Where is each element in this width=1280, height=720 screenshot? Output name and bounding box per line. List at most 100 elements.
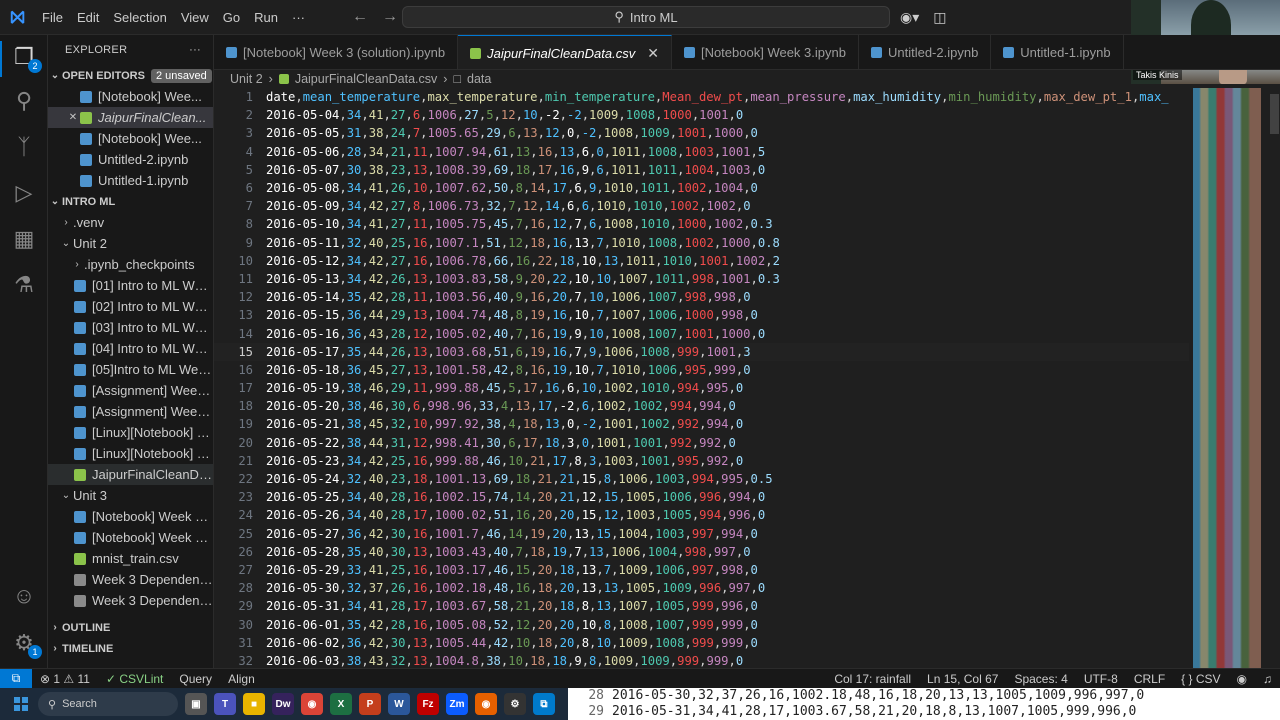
menu-go[interactable]: Go	[216, 0, 247, 35]
align-status[interactable]: Align	[220, 672, 263, 686]
code-line[interactable]: 21 2016-05-23,34,42,25,16,999.88,46,10,21…	[214, 452, 1189, 470]
tree-folder[interactable]: › .ipynb_checkpoints	[48, 254, 213, 275]
teams-icon[interactable]: T	[214, 693, 236, 715]
code-line[interactable]: 13 2016-05-15,36,44,29,13,1004.74,48,8,19…	[214, 306, 1189, 324]
code-line[interactable]: 16 2016-05-18,36,45,27,13,1001.58,42,8,16…	[214, 361, 1189, 379]
task-view-icon[interactable]: ▣	[185, 693, 207, 715]
breadcrumb-folder[interactable]: Unit 2	[230, 72, 263, 86]
breadcrumb-file[interactable]: JaipurFinalCleanData.csv	[295, 72, 437, 86]
open-editors-section[interactable]: ⌄ OPEN EDITORS 2 unsaved	[48, 65, 213, 86]
zoom-icon[interactable]: Zm	[446, 693, 468, 715]
csvlint-status[interactable]: ✓ CSVLint	[98, 672, 171, 686]
minimap[interactable]	[1189, 88, 1269, 668]
dreamweaver-icon[interactable]: Dw	[272, 693, 294, 715]
open-editor-item[interactable]: Untitled-2.ipynb	[48, 149, 213, 170]
code-line[interactable]: 12 2016-05-14,35,42,28,11,1003.56,40,9,16…	[214, 288, 1189, 306]
cursor-position[interactable]: Ln 15, Col 67	[919, 672, 1006, 686]
tree-file[interactable]: Week 3 Dependencie...	[48, 590, 213, 611]
code-line[interactable]: 26 2016-05-28,35,40,30,13,1003.43,40,7,18…	[214, 543, 1189, 561]
menu-selection[interactable]: Selection	[106, 0, 173, 35]
code-line[interactable]: 19 2016-05-21,38,45,32,10,997.92,38,4,18,…	[214, 415, 1189, 433]
forward-arrow-icon[interactable]: →	[382, 8, 398, 26]
explorer-icon[interactable]: ❐ 2	[8, 41, 42, 73]
open-editor-item[interactable]: Untitled-1.ipynb	[48, 170, 213, 191]
code-line[interactable]: 27 2016-05-29,33,41,25,16,1003.17,46,15,2…	[214, 561, 1189, 579]
editor-tab[interactable]: [Notebook] Week 3 (solution).ipynb	[214, 35, 459, 69]
code-line[interactable]: 5 2016-05-07,30,38,23,13,1008.39,69,18,17…	[214, 161, 1189, 179]
tree-file[interactable]: JaipurFinalCleanData....	[48, 464, 213, 485]
code-line[interactable]: 20 2016-05-22,38,44,31,12,998.41,30,6,17,…	[214, 434, 1189, 452]
line-ending[interactable]: CRLF	[1126, 672, 1173, 686]
tree-file[interactable]: Week 3 Dependencie...	[48, 569, 213, 590]
menu-edit[interactable]: Edit	[70, 0, 106, 35]
vscode-taskbar-icon[interactable]: ⧉	[533, 693, 555, 715]
tree-folder[interactable]: ⌄ Unit 2	[48, 233, 213, 254]
filezilla-icon[interactable]: Fz	[417, 693, 439, 715]
tree-file[interactable]: [Notebook] Week 3 (...	[48, 506, 213, 527]
code-line[interactable]: 25 2016-05-27,36,42,30,16,1001.7,46,14,19…	[214, 525, 1189, 543]
source-control-icon[interactable]: ᛉ	[8, 131, 40, 163]
code-line[interactable]: 29 2016-05-31,34,41,28,17,1003.67,58,21,2…	[214, 597, 1189, 615]
testing-icon[interactable]: ⚗	[8, 269, 40, 301]
tree-file[interactable]: [05]Intro to ML Week...	[48, 359, 213, 380]
copilot-status-icon[interactable]: ◉	[1229, 672, 1255, 686]
code-line[interactable]: 1 date,mean_temperature,max_temperature,m…	[214, 88, 1189, 106]
code-line[interactable]: 4 2016-05-06,28,34,21,11,1007.94,61,13,16…	[214, 143, 1189, 161]
workspace-section[interactable]: ⌄ INTRO ML	[48, 191, 213, 212]
firefox-icon[interactable]: ◉	[475, 693, 497, 715]
code-line[interactable]: 8 2016-05-10,34,41,27,11,1005.75,45,7,16,…	[214, 215, 1189, 233]
file-explorer-icon[interactable]: ■	[243, 693, 265, 715]
code-line[interactable]: 23 2016-05-25,34,40,28,16,1002.15,74,14,2…	[214, 488, 1189, 506]
tree-file[interactable]: [02] Intro to ML Wee...	[48, 296, 213, 317]
code-line[interactable]: 24 2016-05-26,34,40,28,17,1000.02,51,16,2…	[214, 506, 1189, 524]
open-editor-item[interactable]: [Notebook] Wee...	[48, 86, 213, 107]
tree-file[interactable]: [Assignment] Week 2...	[48, 401, 213, 422]
extensions-icon[interactable]: ▦	[8, 223, 40, 255]
layout-icon[interactable]: ◫	[933, 9, 946, 26]
tree-file[interactable]: [Assignment] Week 2...	[48, 380, 213, 401]
menu-run[interactable]: Run	[247, 0, 285, 35]
editor-tab[interactable]: Untitled-1.ipynb	[991, 35, 1124, 69]
code-line[interactable]: 30 2016-06-01,35,42,28,16,1005.08,52,12,2…	[214, 615, 1189, 633]
tree-file[interactable]: mnist_train.csv	[48, 548, 213, 569]
indentation[interactable]: Spaces: 4	[1006, 672, 1075, 686]
code-line[interactable]: 3 2016-05-05,31,38,24,7,1005.65,29,6,13,1…	[214, 124, 1189, 142]
menu-more[interactable]: ···	[285, 0, 312, 35]
back-arrow-icon[interactable]: ←	[352, 8, 368, 26]
windows-start-icon[interactable]	[8, 691, 34, 717]
search-view-icon[interactable]: ⚲	[8, 85, 40, 117]
editor-tab[interactable]: Untitled-2.ipynb	[859, 35, 992, 69]
accounts-icon[interactable]: ☺	[8, 580, 40, 612]
close-icon[interactable]: ✕	[66, 112, 80, 123]
taskbar-search[interactable]: ⚲ Search	[38, 692, 178, 716]
settings-gear-icon[interactable]: ⚙ 1	[8, 627, 42, 659]
tree-file[interactable]: [01] Intro to ML Wee...	[48, 275, 213, 296]
problems-status[interactable]: ⊗ 1 ⚠ 11	[32, 672, 98, 686]
chrome-icon[interactable]: ◉	[301, 693, 323, 715]
menu-view[interactable]: View	[174, 0, 216, 35]
code-line[interactable]: 11 2016-05-13,34,42,26,13,1003.83,58,9,20…	[214, 270, 1189, 288]
run-debug-icon[interactable]: ▷	[8, 177, 40, 209]
code-line[interactable]: 7 2016-05-09,34,42,27,8,1006.73,32,7,12,1…	[214, 197, 1189, 215]
language-mode[interactable]: { } CSV	[1173, 672, 1228, 686]
code-line[interactable]: 28 2016-05-30,32,37,26,16,1002.18,48,16,1…	[214, 579, 1189, 597]
outline-section[interactable]: › OUTLINE	[48, 617, 213, 638]
word-icon[interactable]: W	[388, 693, 410, 715]
code-line[interactable]: 15 2016-05-17,35,44,26,13,1003.68,51,6,19…	[214, 342, 1189, 361]
tree-file[interactable]: [04] Intro to ML Wee...	[48, 338, 213, 359]
tree-folder[interactable]: ⌄ Unit 3	[48, 485, 213, 506]
scrollbar-thumb[interactable]	[1270, 94, 1279, 134]
notifications-icon[interactable]: ♫	[1255, 672, 1280, 686]
vertical-scrollbar[interactable]	[1269, 88, 1280, 668]
editor-tab[interactable]: JaipurFinalCleanData.csv ✕	[458, 35, 672, 69]
excel-icon[interactable]: X	[330, 693, 352, 715]
query-status[interactable]: Query	[171, 672, 220, 686]
code-line[interactable]: 9 2016-05-11,32,40,25,16,1007.1,51,12,18,…	[214, 234, 1189, 252]
open-editor-item[interactable]: [Notebook] Wee...	[48, 128, 213, 149]
open-editor-item[interactable]: ✕ JaipurFinalClean...	[48, 107, 213, 128]
more-actions-icon[interactable]: ···	[189, 44, 201, 56]
copilot-icon[interactable]: ◉▾	[900, 9, 919, 26]
code-line[interactable]: 22 2016-05-24,32,40,23,18,1001.13,69,18,2…	[214, 470, 1189, 488]
tree-file[interactable]: [03] Intro to ML Wee...	[48, 317, 213, 338]
code-line[interactable]: 18 2016-05-20,38,46,30,6,998.96,33,4,13,1…	[214, 397, 1189, 415]
